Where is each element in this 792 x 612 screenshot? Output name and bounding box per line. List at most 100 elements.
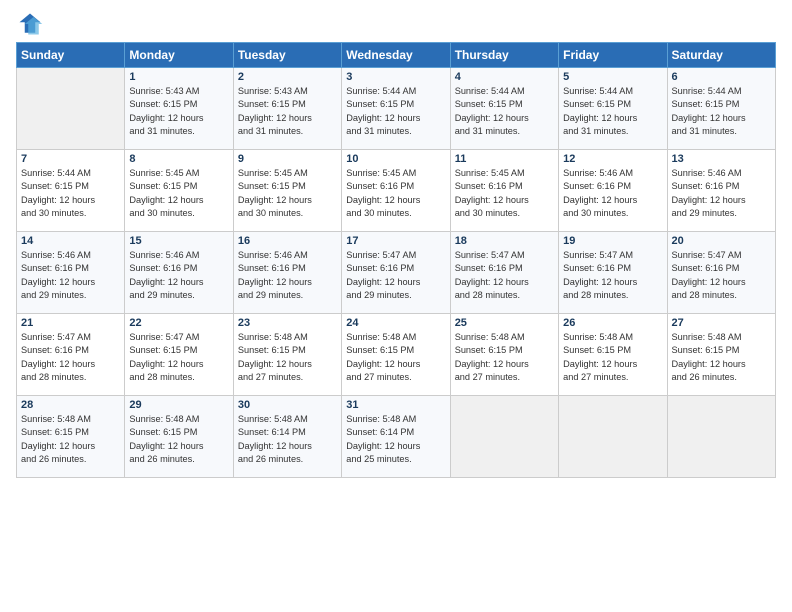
- calendar-cell: [667, 396, 775, 478]
- day-number: 6: [672, 71, 771, 83]
- header-cell-sunday: Sunday: [17, 43, 125, 68]
- header: [16, 10, 776, 38]
- calendar-cell: 1Sunrise: 5:43 AM Sunset: 6:15 PM Daylig…: [125, 68, 233, 150]
- day-number: 20: [672, 235, 771, 247]
- day-info: Sunrise: 5:48 AM Sunset: 6:15 PM Dayligh…: [672, 331, 771, 384]
- calendar-cell: [17, 68, 125, 150]
- calendar-cell: 21Sunrise: 5:47 AM Sunset: 6:16 PM Dayli…: [17, 314, 125, 396]
- calendar-cell: 25Sunrise: 5:48 AM Sunset: 6:15 PM Dayli…: [450, 314, 558, 396]
- day-info: Sunrise: 5:48 AM Sunset: 6:15 PM Dayligh…: [563, 331, 662, 384]
- day-number: 17: [346, 235, 445, 247]
- calendar-cell: 23Sunrise: 5:48 AM Sunset: 6:15 PM Dayli…: [233, 314, 341, 396]
- day-info: Sunrise: 5:46 AM Sunset: 6:16 PM Dayligh…: [672, 167, 771, 220]
- day-number: 16: [238, 235, 337, 247]
- day-info: Sunrise: 5:44 AM Sunset: 6:15 PM Dayligh…: [455, 85, 554, 138]
- calendar-cell: 30 Sunrise: 5:48 AM Sunset: 6:14 PM Dayli…: [233, 396, 341, 478]
- day-info: Sunrise: 5:48 AM Sunset: 6:15 PM Dayligh…: [346, 331, 445, 384]
- calendar-cell: 15Sunrise: 5:46 AM Sunset: 6:16 PM Dayli…: [125, 232, 233, 314]
- calendar-cell: 22 Sunrise: 5:47 AM Sunset: 6:15 PM Dayli…: [125, 314, 233, 396]
- day-info: Sunrise: 5:45 AM Sunset: 6:16 PM Dayligh…: [346, 167, 445, 220]
- logo-icon: [16, 10, 44, 38]
- day-info: Sunrise: 5:43 AM Sunset: 6:15 PM Dayligh…: [238, 85, 337, 138]
- calendar-cell: 4Sunrise: 5:44 AM Sunset: 6:15 PM Daylig…: [450, 68, 558, 150]
- day-info: Sunrise: 5:48 AM Sunset: 6:15 PM Dayligh…: [21, 413, 120, 466]
- week-row-1: 1Sunrise: 5:43 AM Sunset: 6:15 PM Daylig…: [17, 68, 776, 150]
- calendar-cell: 24 Sunrise: 5:48 AM Sunset: 6:15 PM Dayli…: [342, 314, 450, 396]
- calendar-body: 1Sunrise: 5:43 AM Sunset: 6:15 PM Daylig…: [17, 68, 776, 478]
- calendar-cell: 11 Sunrise: 5:45 AM Sunset: 6:16 PM Dayli…: [450, 150, 558, 232]
- day-number: 10: [346, 153, 445, 165]
- day-number: 13: [672, 153, 771, 165]
- day-number: 14: [21, 235, 120, 247]
- calendar-cell: [450, 396, 558, 478]
- day-number: 5: [563, 71, 662, 83]
- day-number: 9: [238, 153, 337, 165]
- calendar-cell: 9 Sunrise: 5:45 AM Sunset: 6:15 PM Daylig…: [233, 150, 341, 232]
- day-number: 8: [129, 153, 228, 165]
- week-row-4: 21Sunrise: 5:47 AM Sunset: 6:16 PM Dayli…: [17, 314, 776, 396]
- calendar-cell: 17 Sunrise: 5:47 AM Sunset: 6:16 PM Dayli…: [342, 232, 450, 314]
- header-cell-thursday: Thursday: [450, 43, 558, 68]
- day-number: 19: [563, 235, 662, 247]
- calendar-cell: 28Sunrise: 5:48 AM Sunset: 6:15 PM Dayli…: [17, 396, 125, 478]
- day-number: 3: [346, 71, 445, 83]
- day-info: Sunrise: 5:44 AM Sunset: 6:15 PM Dayligh…: [672, 85, 771, 138]
- calendar-cell: 20 Sunrise: 5:47 AM Sunset: 6:16 PM Dayli…: [667, 232, 775, 314]
- header-cell-monday: Monday: [125, 43, 233, 68]
- day-info: Sunrise: 5:47 AM Sunset: 6:15 PM Dayligh…: [129, 331, 228, 384]
- header-row: SundayMondayTuesdayWednesdayThursdayFrid…: [17, 43, 776, 68]
- day-number: 30: [238, 399, 337, 411]
- calendar-cell: 7 Sunrise: 5:44 AM Sunset: 6:15 PM Daylig…: [17, 150, 125, 232]
- day-number: 18: [455, 235, 554, 247]
- calendar-cell: 31 Sunrise: 5:48 AM Sunset: 6:14 PM Dayli…: [342, 396, 450, 478]
- day-info: Sunrise: 5:48 AM Sunset: 6:14 PM Dayligh…: [346, 413, 445, 466]
- calendar-cell: 12Sunrise: 5:46 AM Sunset: 6:16 PM Dayli…: [559, 150, 667, 232]
- header-cell-tuesday: Tuesday: [233, 43, 341, 68]
- calendar-cell: 8Sunrise: 5:45 AM Sunset: 6:15 PM Daylig…: [125, 150, 233, 232]
- day-info: Sunrise: 5:46 AM Sunset: 6:16 PM Dayligh…: [238, 249, 337, 302]
- day-number: 27: [672, 317, 771, 329]
- header-cell-saturday: Saturday: [667, 43, 775, 68]
- calendar-cell: [559, 396, 667, 478]
- day-number: 7: [21, 153, 120, 165]
- calendar-cell: 3 Sunrise: 5:44 AM Sunset: 6:15 PM Daylig…: [342, 68, 450, 150]
- day-number: 21: [21, 317, 120, 329]
- calendar-header: SundayMondayTuesdayWednesdayThursdayFrid…: [17, 43, 776, 68]
- day-info: Sunrise: 5:44 AM Sunset: 6:15 PM Dayligh…: [346, 85, 445, 138]
- week-row-2: 7 Sunrise: 5:44 AM Sunset: 6:15 PM Daylig…: [17, 150, 776, 232]
- header-cell-friday: Friday: [559, 43, 667, 68]
- page-container: SundayMondayTuesdayWednesdayThursdayFrid…: [0, 0, 792, 488]
- logo: [16, 10, 48, 38]
- day-info: Sunrise: 5:44 AM Sunset: 6:15 PM Dayligh…: [21, 167, 120, 220]
- day-number: 26: [563, 317, 662, 329]
- day-number: 2: [238, 71, 337, 83]
- calendar-cell: 2 Sunrise: 5:43 AM Sunset: 6:15 PM Daylig…: [233, 68, 341, 150]
- day-info: Sunrise: 5:47 AM Sunset: 6:16 PM Dayligh…: [346, 249, 445, 302]
- calendar-cell: 26 Sunrise: 5:48 AM Sunset: 6:15 PM Dayli…: [559, 314, 667, 396]
- day-info: Sunrise: 5:45 AM Sunset: 6:15 PM Dayligh…: [238, 167, 337, 220]
- calendar-cell: 18 Sunrise: 5:47 AM Sunset: 6:16 PM Dayli…: [450, 232, 558, 314]
- day-info: Sunrise: 5:47 AM Sunset: 6:16 PM Dayligh…: [563, 249, 662, 302]
- day-info: Sunrise: 5:45 AM Sunset: 6:16 PM Dayligh…: [455, 167, 554, 220]
- day-info: Sunrise: 5:48 AM Sunset: 6:15 PM Dayligh…: [238, 331, 337, 384]
- day-number: 24: [346, 317, 445, 329]
- day-number: 29: [129, 399, 228, 411]
- day-info: Sunrise: 5:48 AM Sunset: 6:15 PM Dayligh…: [129, 413, 228, 466]
- day-number: 11: [455, 153, 554, 165]
- calendar-cell: 14 Sunrise: 5:46 AM Sunset: 6:16 PM Dayli…: [17, 232, 125, 314]
- day-info: Sunrise: 5:47 AM Sunset: 6:16 PM Dayligh…: [455, 249, 554, 302]
- calendar-cell: 5Sunrise: 5:44 AM Sunset: 6:15 PM Daylig…: [559, 68, 667, 150]
- day-info: Sunrise: 5:46 AM Sunset: 6:16 PM Dayligh…: [21, 249, 120, 302]
- day-info: Sunrise: 5:48 AM Sunset: 6:14 PM Dayligh…: [238, 413, 337, 466]
- day-number: 22: [129, 317, 228, 329]
- calendar-cell: 27 Sunrise: 5:48 AM Sunset: 6:15 PM Dayli…: [667, 314, 775, 396]
- calendar-table: SundayMondayTuesdayWednesdayThursdayFrid…: [16, 42, 776, 478]
- day-info: Sunrise: 5:47 AM Sunset: 6:16 PM Dayligh…: [672, 249, 771, 302]
- day-number: 31: [346, 399, 445, 411]
- calendar-cell: 10 Sunrise: 5:45 AM Sunset: 6:16 PM Dayli…: [342, 150, 450, 232]
- day-info: Sunrise: 5:46 AM Sunset: 6:16 PM Dayligh…: [563, 167, 662, 220]
- day-info: Sunrise: 5:43 AM Sunset: 6:15 PM Dayligh…: [129, 85, 228, 138]
- calendar-cell: 6 Sunrise: 5:44 AM Sunset: 6:15 PM Daylig…: [667, 68, 775, 150]
- day-info: Sunrise: 5:46 AM Sunset: 6:16 PM Dayligh…: [129, 249, 228, 302]
- header-cell-wednesday: Wednesday: [342, 43, 450, 68]
